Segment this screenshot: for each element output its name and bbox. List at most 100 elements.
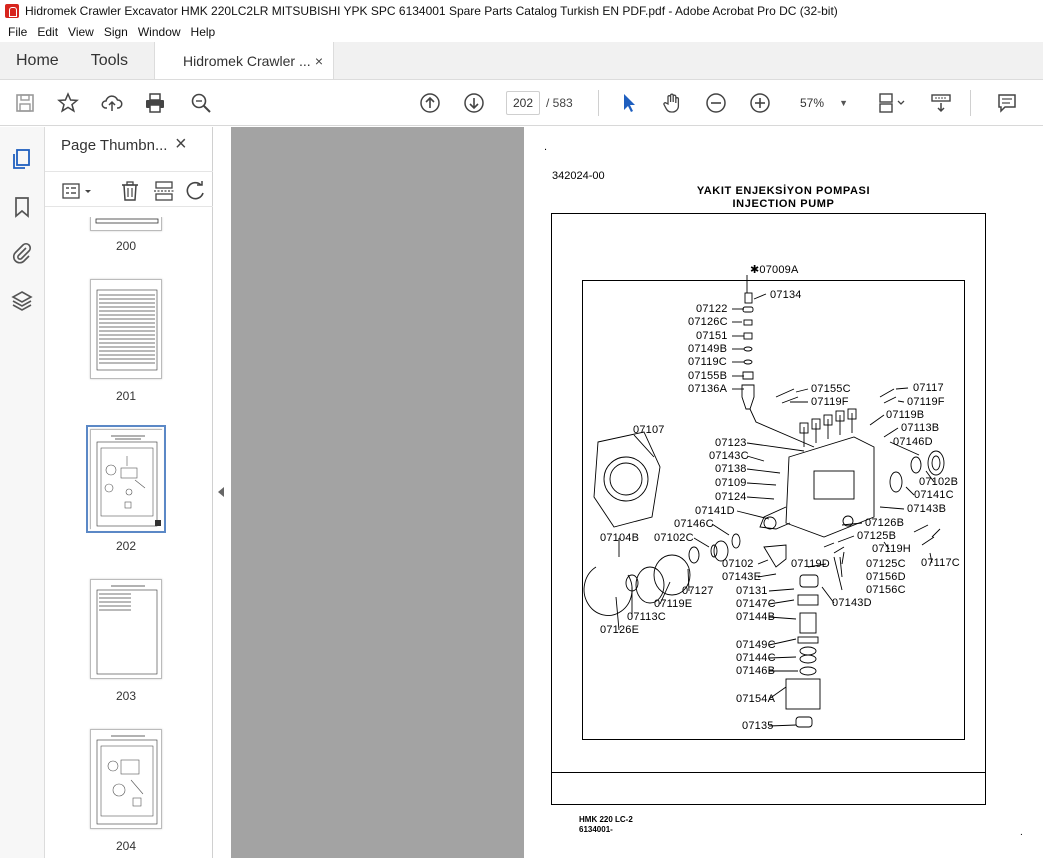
zoom-select[interactable]: 57% ▼ [790, 91, 852, 115]
part-label: 07124 [715, 491, 747, 503]
part-label: 07149C [736, 639, 776, 651]
part-label: 07119F [907, 396, 945, 408]
zoom-value: 57% [800, 96, 825, 110]
part-label: 07125B [857, 530, 897, 542]
part-label: 07149B [688, 343, 728, 355]
select-cursor-icon[interactable] [616, 90, 642, 116]
part-label: 07117C [921, 557, 960, 569]
rotate-icon[interactable] [185, 180, 207, 202]
thumbnail-options-icon[interactable] [61, 180, 97, 202]
save-icon[interactable] [12, 90, 38, 116]
part-label: 07113C [627, 611, 666, 623]
part-label: 07113B [901, 422, 940, 434]
menu-edit[interactable]: Edit [37, 25, 58, 39]
part-label: 07127 [682, 585, 714, 597]
part-label: 07126C [688, 316, 728, 328]
part-label: 07146D [893, 436, 933, 448]
menu-bar: File Edit View Sign Window Help [0, 22, 1043, 42]
collapse-arrow-icon[interactable] [218, 487, 224, 497]
part-label: 07156C [866, 584, 906, 596]
pdf-page: . 342024-00 YAKIT ENJEKSİYON POMPASI INJ… [524, 127, 1043, 858]
thumbnail-label: 203 [115, 689, 137, 703]
tab-document-label: Hidromek Crawler ... [183, 52, 311, 69]
part-label: 07119H [872, 543, 911, 555]
tab-document[interactable]: Hidromek Crawler ... × [154, 42, 335, 79]
thumbnail-page[interactable] [90, 217, 162, 231]
menu-view[interactable]: View [68, 25, 94, 39]
bookmark-icon[interactable] [10, 195, 34, 219]
upload-cloud-icon[interactable] [99, 90, 125, 116]
zoom-search-icon[interactable] [188, 90, 214, 116]
page-down-icon[interactable] [461, 90, 487, 116]
part-label: 07135 [742, 720, 774, 732]
part-label: 07117 [913, 382, 944, 394]
scroll-mode-icon[interactable] [928, 90, 954, 116]
bookmark-star-icon[interactable] [55, 90, 81, 116]
fit-page-icon[interactable] [873, 90, 909, 116]
part-label: 07144B [736, 611, 776, 623]
panel-toggle[interactable] [213, 127, 231, 858]
hand-icon[interactable] [659, 90, 685, 116]
tab-close-icon[interactable]: × [315, 53, 323, 69]
part-label: 07155B [688, 370, 728, 382]
attachment-icon[interactable] [10, 241, 34, 265]
menu-window[interactable]: Window [138, 25, 181, 39]
menu-file[interactable]: File [8, 25, 27, 39]
comment-icon[interactable] [994, 90, 1020, 116]
part-label: 07151 [696, 330, 728, 342]
menu-help[interactable]: Help [191, 25, 216, 39]
thumbnail-label: 200 [115, 239, 137, 253]
page-thumbnails-icon[interactable] [10, 147, 34, 171]
title-bar: Hidromek Crawler Excavator HMK 220LC2LR … [0, 0, 1043, 22]
tab-home[interactable]: Home [0, 42, 75, 79]
part-label: 07143E [722, 571, 762, 583]
thumbnail-page[interactable] [90, 579, 162, 679]
thumbnail-panel: Page Thumbn... × 200 201 202 203 204 [45, 127, 247, 858]
part-label: 07107 [633, 424, 665, 436]
thumbnail-page-selected[interactable] [86, 425, 166, 533]
thumbnail-page[interactable] [90, 729, 162, 829]
document-viewer[interactable]: . 342024-00 YAKIT ENJEKSİYON POMPASI INJ… [231, 127, 1043, 858]
part-label: 07123 [715, 437, 747, 449]
part-label: 07146B [736, 665, 776, 677]
page-number-input[interactable]: 202 [506, 91, 540, 115]
part-label: 07155C [811, 383, 851, 395]
layers-icon[interactable] [10, 289, 34, 313]
acrobat-icon [5, 4, 19, 18]
part-label: 07119E [654, 598, 693, 610]
footer-code: 6134001- [579, 825, 613, 834]
part-label: 07143B [907, 503, 947, 515]
left-rail [0, 127, 45, 858]
zoom-out-icon[interactable] [703, 90, 729, 116]
print-icon[interactable] [142, 90, 168, 116]
tab-tools[interactable]: Tools [75, 42, 144, 79]
part-label: 07119B [886, 409, 925, 421]
menu-sign[interactable]: Sign [104, 25, 128, 39]
part-label: ✱07009A [750, 264, 799, 276]
part-label: 07126B [865, 517, 905, 529]
extract-pages-icon[interactable] [153, 180, 175, 202]
zoom-in-icon[interactable] [747, 90, 773, 116]
page-up-icon[interactable] [417, 90, 443, 116]
page-total: / 583 [546, 96, 573, 110]
delete-icon[interactable] [119, 180, 141, 202]
part-label: 07154A [736, 693, 776, 705]
part-label: 07147C [736, 598, 776, 610]
part-label: 07122 [696, 303, 728, 315]
part-label: 07134 [770, 289, 802, 301]
footer-dot: . [1020, 827, 1023, 838]
part-label: 07131 [736, 585, 768, 597]
window-title: Hidromek Crawler Excavator HMK 220LC2LR … [25, 4, 838, 18]
part-label: 07102C [654, 532, 694, 544]
tab-bar: Home Tools Hidromek Crawler ... × [0, 42, 1043, 80]
part-label: 07119F [811, 396, 849, 408]
part-label: 07136A [688, 383, 728, 395]
part-label: 07138 [715, 463, 747, 475]
part-label: 07143C [709, 450, 749, 462]
part-label: 07119C [688, 356, 727, 368]
toolbar-separator [970, 90, 971, 116]
thumbnail-label: 204 [115, 839, 137, 853]
thumbnail-page[interactable] [90, 279, 162, 379]
close-icon[interactable]: × [175, 133, 187, 156]
part-label: 07109 [715, 477, 747, 489]
